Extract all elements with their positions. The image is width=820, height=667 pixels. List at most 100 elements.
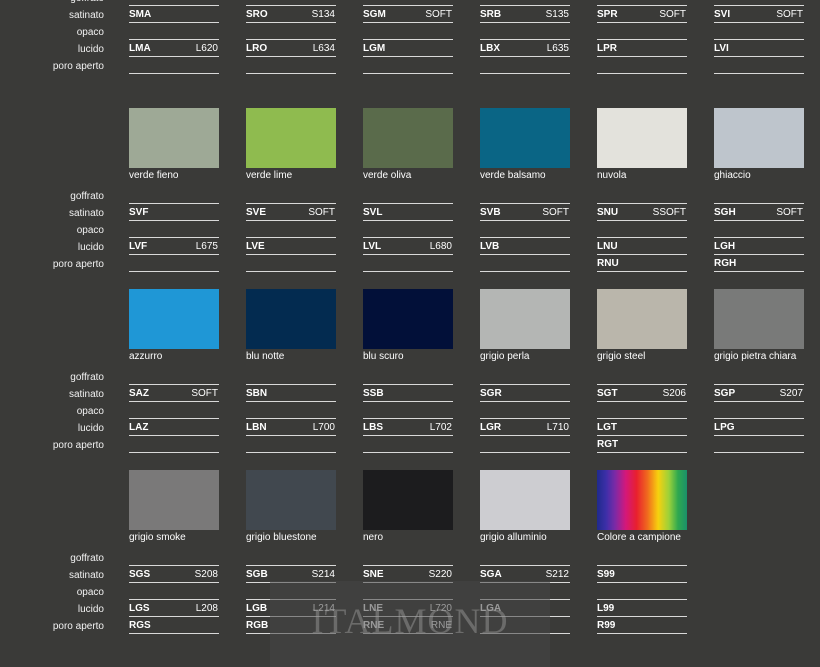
finish-code: RGH bbox=[714, 258, 737, 269]
finish-column: azzurro SAZ SOFT LAZ bbox=[129, 289, 219, 469]
finish-row-satinato: SGP S207 bbox=[714, 386, 804, 402]
row-label: lucido bbox=[77, 44, 104, 55]
finish-row-opaco bbox=[597, 222, 687, 238]
finish-code: SRB bbox=[480, 9, 502, 20]
finish-code: SVB bbox=[480, 207, 501, 218]
finish-column: ghiaccio SGH SOFT LGH RGH bbox=[714, 108, 804, 288]
finish-code: LRO bbox=[246, 43, 268, 54]
finish-row-poro-aperto bbox=[129, 58, 219, 74]
finish-row-opaco bbox=[246, 403, 336, 419]
finish-column: verde fieno SVF LVF L675 bbox=[129, 108, 219, 288]
color-swatch[interactable] bbox=[129, 108, 219, 168]
finish-row-goffrato bbox=[246, 188, 336, 204]
finish-note: L675 bbox=[195, 241, 218, 252]
finish-row-goffrato bbox=[714, 369, 804, 385]
finish-row-lucido: LBS L702 bbox=[363, 420, 453, 436]
color-name: grigio alluminio bbox=[480, 532, 547, 543]
finish-code: LBS bbox=[363, 422, 383, 433]
color-swatch[interactable] bbox=[129, 289, 219, 349]
finish-code: SBN bbox=[246, 388, 268, 399]
color-name: verde oliva bbox=[363, 170, 412, 181]
finish-row-satinato: S99 bbox=[597, 567, 687, 583]
row-label: opaco bbox=[76, 587, 104, 598]
finish-row-goffrato bbox=[363, 0, 453, 6]
color-swatch[interactable] bbox=[246, 289, 336, 349]
finish-row-lucido: L99 bbox=[597, 601, 687, 617]
color-name: grigio bluestone bbox=[246, 532, 317, 543]
finish-note: S212 bbox=[545, 569, 569, 580]
finish-note: SOFT bbox=[425, 9, 452, 20]
finish-row-satinato: SVE SOFT bbox=[246, 205, 336, 221]
finish-code: LAZ bbox=[129, 422, 149, 433]
finish-row-lucido: LPR bbox=[597, 41, 687, 57]
finish-note: SSOFT bbox=[652, 207, 686, 218]
finish-code: SGT bbox=[597, 388, 618, 399]
row-label: goffrato bbox=[70, 0, 104, 5]
finish-row-poro-aperto bbox=[246, 256, 336, 272]
color-swatch[interactable] bbox=[714, 108, 804, 168]
finish-row-poro-aperto bbox=[363, 256, 453, 272]
finish-code: SGA bbox=[480, 569, 502, 580]
finish-row-poro-aperto: RNU bbox=[597, 256, 687, 272]
finish-row-lucido: LMA L620 bbox=[129, 41, 219, 57]
finish-row-opaco bbox=[597, 584, 687, 600]
color-swatch[interactable] bbox=[129, 470, 219, 530]
color-swatch[interactable] bbox=[246, 470, 336, 530]
finish-row-poro-aperto bbox=[363, 437, 453, 453]
color-swatch[interactable] bbox=[363, 108, 453, 168]
row-label: goffrato bbox=[70, 372, 104, 383]
finish-row-opaco bbox=[597, 24, 687, 40]
finish-row-goffrato bbox=[480, 0, 570, 6]
finish-row-opaco bbox=[597, 403, 687, 419]
color-swatch[interactable] bbox=[363, 289, 453, 349]
finish-code: SPR bbox=[597, 9, 618, 20]
finish-note: SOFT bbox=[191, 388, 218, 399]
finish-column: grigio pietra chiara SGP S207 LPG bbox=[714, 289, 804, 469]
finish-row-goffrato bbox=[597, 0, 687, 6]
color-swatch[interactable] bbox=[597, 470, 687, 530]
finish-note: SOFT bbox=[542, 207, 569, 218]
color-swatch[interactable] bbox=[597, 289, 687, 349]
color-swatch[interactable] bbox=[597, 108, 687, 168]
finish-note: L634 bbox=[312, 43, 335, 54]
color-name: ghiaccio bbox=[714, 170, 751, 181]
finish-row-lucido: LBN L700 bbox=[246, 420, 336, 436]
finish-row-lucido: LAZ bbox=[129, 420, 219, 436]
finish-code: LNU bbox=[597, 241, 618, 252]
color-swatch[interactable] bbox=[714, 289, 804, 349]
color-swatch[interactable] bbox=[480, 108, 570, 168]
row-label: satinato bbox=[68, 10, 104, 21]
finish-row-lucido: LVI bbox=[714, 41, 804, 57]
color-name: blu scuro bbox=[363, 351, 404, 362]
finish-code: LGR bbox=[480, 422, 502, 433]
finish-row-satinato: SVB SOFT bbox=[480, 205, 570, 221]
finish-note: S214 bbox=[311, 569, 335, 580]
finish-code: SGR bbox=[480, 388, 502, 399]
row-label: poro aperto bbox=[52, 259, 104, 270]
finish-code: LBX bbox=[480, 43, 500, 54]
color-name: azzurro bbox=[129, 351, 163, 362]
row-label: lucido bbox=[77, 604, 104, 615]
finish-row-opaco bbox=[480, 222, 570, 238]
color-swatch[interactable] bbox=[246, 108, 336, 168]
finish-code: RNU bbox=[597, 258, 619, 269]
finish-row-opaco bbox=[714, 222, 804, 238]
finish-code: SGH bbox=[714, 207, 736, 218]
finish-row-satinato: SGH SOFT bbox=[714, 205, 804, 221]
color-name: grigio smoke bbox=[129, 532, 186, 543]
color-swatch[interactable] bbox=[363, 470, 453, 530]
finish-row-poro-aperto bbox=[129, 256, 219, 272]
finish-column: grigio perla SGR LGR L710 bbox=[480, 289, 570, 469]
color-swatch[interactable] bbox=[480, 470, 570, 530]
finish-column: SRB S135 LBX L635 bbox=[480, 0, 570, 90]
finish-code: SNE bbox=[363, 569, 384, 580]
color-swatch[interactable] bbox=[480, 289, 570, 349]
row-label: satinato bbox=[68, 389, 104, 400]
finish-note: L635 bbox=[546, 43, 569, 54]
finish-row-goffrato bbox=[129, 550, 219, 566]
finish-row-satinato: SGM SOFT bbox=[363, 7, 453, 23]
finish-row-opaco bbox=[480, 403, 570, 419]
color-name: verde fieno bbox=[129, 170, 179, 181]
finish-row-lucido: LGS L208 bbox=[129, 601, 219, 617]
finish-code: SVF bbox=[129, 207, 149, 218]
